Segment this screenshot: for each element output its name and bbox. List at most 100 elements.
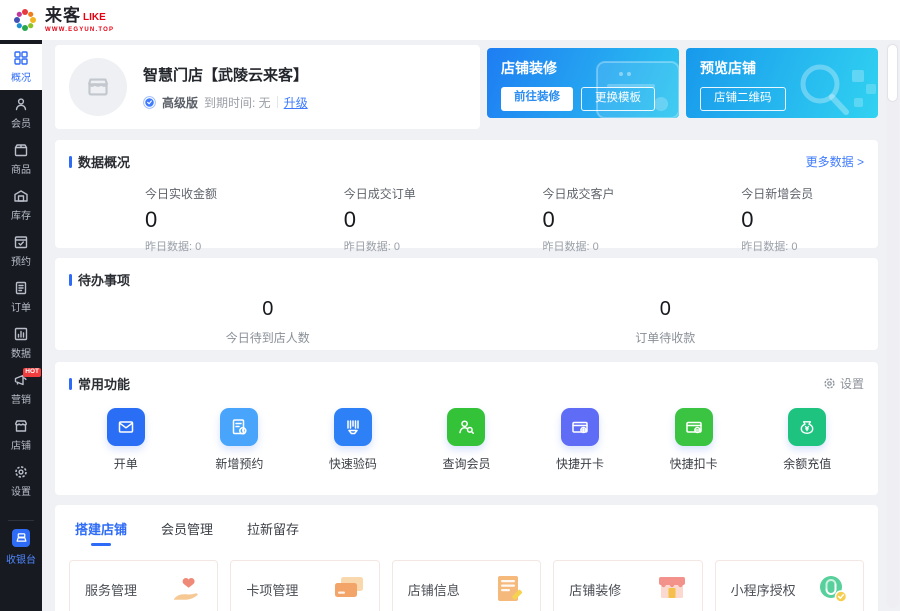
hot-badge: HOT xyxy=(23,368,41,377)
build-card-label: 小程序授权 xyxy=(731,580,796,599)
build-card-shop-decor[interactable]: 店铺装修 xyxy=(553,560,702,611)
store-info: 智慧门店【武陵云来客】 高级版 到期时间: 无 升级 xyxy=(143,64,308,111)
scrollbar-track[interactable] xyxy=(886,42,899,608)
plan-badge-icon xyxy=(143,96,156,109)
build-card-card-mgmt[interactable]: 卡项管理 xyxy=(230,560,379,611)
document-edit-icon xyxy=(490,572,530,606)
sidebar-item-data[interactable]: 数据 xyxy=(0,320,42,366)
sidebar-item-label: 商品 xyxy=(11,161,31,176)
barcode-scanner-icon xyxy=(343,417,363,437)
stat-value: 0 xyxy=(543,207,666,233)
quick-action-create-order[interactable]: 开单 xyxy=(69,408,183,472)
calendar-check-icon xyxy=(13,234,29,250)
quick-action-deduct-card[interactable]: 快捷扣卡 xyxy=(637,408,751,472)
build-card-label: 店铺装修 xyxy=(569,580,621,599)
quick-action-label: 余额充值 xyxy=(750,455,864,472)
sidebar-item-settings[interactable]: 设置 xyxy=(0,458,42,504)
section-accent-bar xyxy=(69,274,72,286)
more-data-link[interactable]: 更多数据 > xyxy=(806,153,864,170)
build-card-label: 店铺信息 xyxy=(408,580,460,599)
sidebar-item-members[interactable]: 会员 xyxy=(0,90,42,136)
change-template-button[interactable]: 更换模板 xyxy=(581,87,655,111)
stat-value: 0 xyxy=(741,207,864,233)
build-card-label: 卡项管理 xyxy=(246,580,298,599)
sidebar-item-overview[interactable]: 概况 xyxy=(0,44,42,90)
quick-action-search-member[interactable]: 查询会员 xyxy=(410,408,524,472)
sidebar-item-cashier[interactable]: 收银台 xyxy=(0,521,42,573)
stat-today-customers: 今日成交客户 0 昨日数据: 0 xyxy=(467,185,666,254)
stat-yesterday: 昨日数据: 0 xyxy=(741,238,864,254)
build-card-shop-info[interactable]: 店铺信息 xyxy=(392,560,541,611)
section-accent-bar xyxy=(69,378,72,390)
sidebar-item-marketing[interactable]: HOT 营销 xyxy=(0,366,42,412)
build-card-service-mgmt[interactable]: 服务管理 xyxy=(69,560,218,611)
tab-acquisition-retention[interactable]: 拉新留存 xyxy=(247,519,299,548)
box-icon xyxy=(13,142,29,158)
storefront-icon xyxy=(13,418,29,434)
go-decorate-button[interactable]: 前往装修 xyxy=(501,87,573,111)
settings-label: 设置 xyxy=(840,375,864,392)
todo-item-pending-payment: 0 订单待收款 xyxy=(467,289,865,346)
booking-clock-icon xyxy=(229,417,249,437)
tab-build-shop[interactable]: 搭建店铺 xyxy=(75,519,127,548)
sidebar-item-label: 会员 xyxy=(11,115,31,130)
quick-action-scan-code[interactable]: 快速验码 xyxy=(296,408,410,472)
todo-card: 待办事项 0 今日待到店人数 0 订单待收款 xyxy=(55,258,878,350)
grid-icon xyxy=(13,50,29,66)
sidebar-item-booking[interactable]: 预约 xyxy=(0,228,42,274)
member-search-icon xyxy=(456,417,476,437)
plan-label: 高级版 xyxy=(162,94,198,111)
stat-new-members: 今日新增会员 0 昨日数据: 0 xyxy=(665,185,864,254)
store-name: 智慧门店【武陵云来客】 xyxy=(143,64,308,85)
shop-preview-card: 预览店铺 店铺二维码 xyxy=(686,48,878,118)
sidebar-item-shop[interactable]: 店铺 xyxy=(0,412,42,458)
stat-label: 今日新增会员 xyxy=(741,185,864,202)
tab-member-mgmt[interactable]: 会员管理 xyxy=(161,519,213,548)
decorate-card-title: 店铺装修 xyxy=(501,58,665,78)
stat-value: 0 xyxy=(145,207,268,233)
quick-actions-card: 常用功能 设置 开单 xyxy=(55,362,878,495)
build-cards-row: 服务管理 卡项管理 店铺信息 xyxy=(69,560,864,611)
stat-label: 今日实收金额 xyxy=(145,185,268,202)
warehouse-icon xyxy=(13,188,29,204)
sidebar-item-inventory[interactable]: 库存 xyxy=(0,182,42,228)
card-minus-icon xyxy=(684,417,704,437)
stat-today-orders: 今日成交订单 0 昨日数据: 0 xyxy=(268,185,467,254)
heart-hand-icon xyxy=(167,572,207,606)
todo-label: 今日待到店人数 xyxy=(69,329,467,346)
logo-pinwheel-icon xyxy=(10,5,40,35)
quick-action-label: 快速验码 xyxy=(296,455,410,472)
stat-yesterday: 昨日数据: 0 xyxy=(543,238,666,254)
sidebar-item-label: 库存 xyxy=(11,207,31,222)
gear-icon xyxy=(13,464,29,480)
build-card-miniprogram-auth[interactable]: 小程序授权 xyxy=(715,560,864,611)
sidebar-item-label: 收银台 xyxy=(6,551,36,566)
sidebar-item-label: 设置 xyxy=(11,483,31,498)
quick-action-recharge[interactable]: 余额充值 xyxy=(750,408,864,472)
todo-value: 0 xyxy=(467,298,865,321)
quick-actions-settings-button[interactable]: 设置 xyxy=(823,375,864,392)
app-logo[interactable]: 来客 LIKE WWW.EGYUN.TOP xyxy=(10,5,114,35)
data-overview-title: 数据概况 xyxy=(78,152,130,171)
miniprogram-check-icon xyxy=(813,572,853,606)
cards-icon xyxy=(329,572,369,606)
quick-action-add-booking[interactable]: 新增预约 xyxy=(183,408,297,472)
invoice-icon xyxy=(116,417,136,437)
stat-yesterday: 昨日数据: 0 xyxy=(145,238,268,254)
shop-decorate-card: 店铺装修 前往装修 更换模板 xyxy=(487,48,679,118)
quick-action-label: 新增预约 xyxy=(183,455,297,472)
section-accent-bar xyxy=(69,156,72,168)
stat-label: 今日成交订单 xyxy=(344,185,467,202)
logo-like-text: LIKE xyxy=(83,13,106,23)
quick-action-open-card[interactable]: 快捷开卡 xyxy=(523,408,637,472)
quick-action-label: 查询会员 xyxy=(410,455,524,472)
todo-items-row: 0 今日待到店人数 0 订单待收款 xyxy=(69,289,864,346)
build-card-label: 服务管理 xyxy=(85,580,137,599)
scrollbar-thumb[interactable] xyxy=(887,44,898,102)
shop-qrcode-button[interactable]: 店铺二维码 xyxy=(700,87,786,111)
upgrade-link[interactable]: 升级 xyxy=(284,94,308,111)
sidebar-item-label: 店铺 xyxy=(11,437,31,452)
sidebar-item-goods[interactable]: 商品 xyxy=(0,136,42,182)
sidebar-item-orders[interactable]: 订单 xyxy=(0,274,42,320)
sidebar-item-label: 订单 xyxy=(11,299,31,314)
